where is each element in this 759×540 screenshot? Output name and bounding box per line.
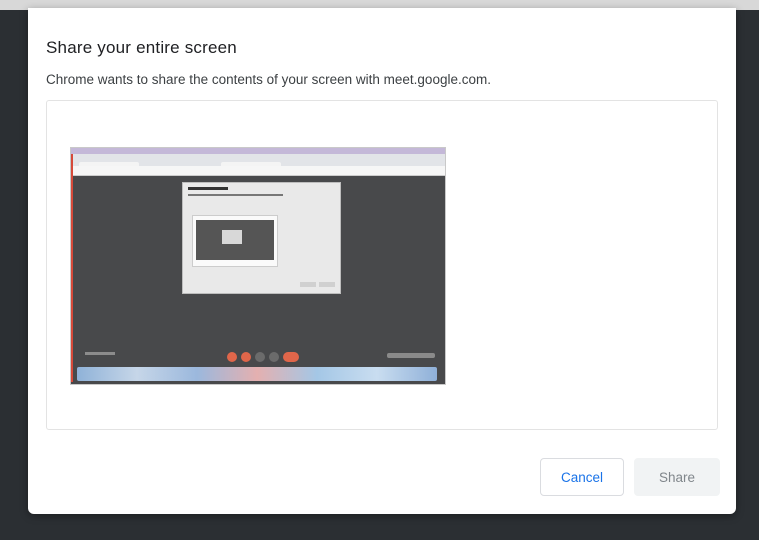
thumb-dock: [77, 367, 437, 381]
thumb-mic-icon: [227, 352, 237, 362]
cancel-button[interactable]: Cancel: [540, 458, 624, 496]
dialog-title: Share your entire screen: [46, 38, 237, 57]
share-button[interactable]: Share: [634, 458, 720, 496]
thumb-mini-share: [319, 282, 335, 287]
thumb-mini-title: [188, 187, 228, 190]
thumb-mini-preview: [192, 215, 278, 267]
thumb-tabbar: [71, 154, 445, 171]
thumb-mini-box: [222, 230, 242, 244]
thumb-right-controls: [387, 353, 435, 358]
screen-thumbnail[interactable]: [70, 147, 446, 385]
thumb-mini-dialog: [182, 182, 341, 294]
thumb-mini-subtitle: [188, 194, 283, 196]
thumb-mini-screen: [196, 220, 274, 260]
thumb-camera-icon: [241, 352, 251, 362]
thumb-edge: [71, 154, 73, 382]
screen-preview-area: [46, 100, 718, 430]
dialog-subtitle: Chrome wants to share the contents of yo…: [46, 72, 491, 87]
thumb-caption-icon: [255, 352, 265, 362]
thumb-hangup-icon: [283, 352, 299, 362]
thumb-meeting-label: [85, 352, 115, 355]
thumb-address-bar: [71, 166, 445, 176]
share-screen-dialog: Share your entire screen Chrome wants to…: [28, 8, 736, 514]
thumb-present-icon: [269, 352, 279, 362]
thumb-mini-cancel: [300, 282, 316, 287]
